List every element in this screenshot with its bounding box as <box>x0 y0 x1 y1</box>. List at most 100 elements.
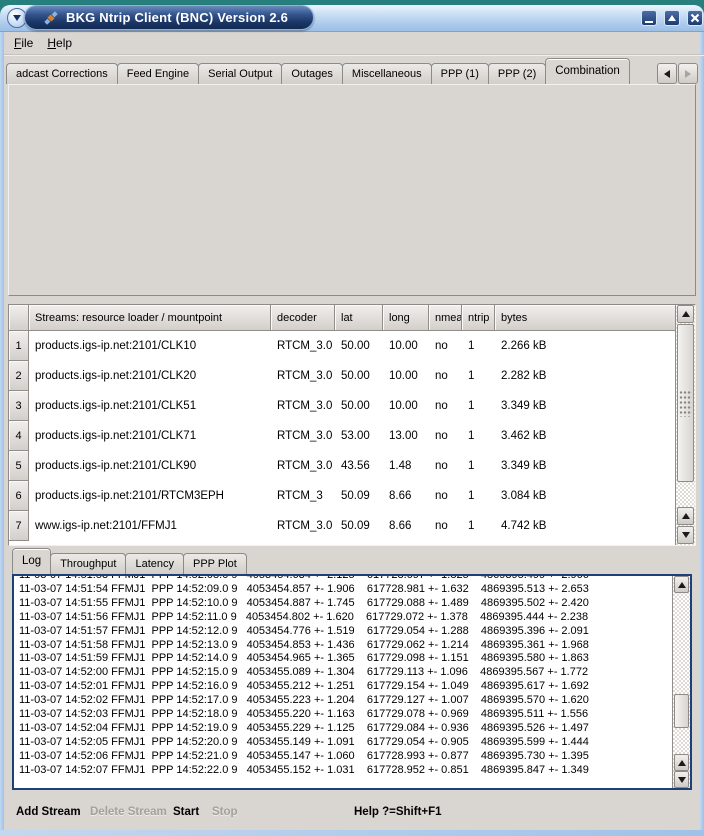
streams-header-cell[interactable]: lat <box>335 305 383 331</box>
help-button[interactable]: Help ?=Shift+F1 <box>354 806 442 818</box>
delete-stream-button[interactable]: Delete Stream <box>90 806 167 818</box>
streams-header-cell[interactable]: Streams: resource loader / mountpoint <box>29 305 271 331</box>
scroll-up-button[interactable] <box>674 576 689 593</box>
stream-cell: 2.282 kB <box>495 361 695 391</box>
stream-cell: 1 <box>462 421 495 451</box>
stream-cell: 4.742 kB <box>495 511 695 541</box>
streams-header-cell[interactable]: decoder <box>271 305 335 331</box>
stream-cell: RTCM_3.0 <box>271 361 335 391</box>
window-menu-arrow-icon <box>13 15 21 21</box>
stream-row[interactable]: 1products.igs-ip.net:2101/CLK10RTCM_3.05… <box>9 331 695 361</box>
tab-broadcast-corrections[interactable]: adcast Corrections <box>6 63 118 84</box>
stream-cell: RTCM_3 <box>271 481 335 511</box>
row-number[interactable]: 3 <box>9 391 29 421</box>
action-bar: Add Stream Delete Stream Start Stop Help… <box>4 806 700 826</box>
streams-header-cell[interactable]: ntrip <box>462 305 495 331</box>
log-view[interactable]: 11-03-07 14:51:53 FFMJ1 PPP 14:52:08.0 9… <box>12 574 692 790</box>
stream-row[interactable]: 3products.igs-ip.net:2101/CLK51RTCM_3.05… <box>9 391 695 421</box>
row-number[interactable]: 6 <box>9 481 29 511</box>
streams-header-cell[interactable]: long <box>383 305 429 331</box>
stream-cell: 43.56 <box>335 451 383 481</box>
stream-cell: no <box>429 361 462 391</box>
tab-scroll-left-button[interactable] <box>657 63 677 84</box>
window-title: BKG Ntrip Client (BNC) Version 2.6 <box>66 10 288 25</box>
stream-cell: 3.462 kB <box>495 421 695 451</box>
stream-cell: 1.48 <box>383 451 429 481</box>
corner-cell <box>9 305 29 331</box>
stream-cell: no <box>429 331 462 361</box>
stream-row[interactable]: 4products.igs-ip.net:2101/CLK71RTCM_3.05… <box>9 421 695 451</box>
streams-scrollbar[interactable] <box>675 305 695 545</box>
stream-cell: products.igs-ip.net:2101/RTCM3EPH <box>29 481 271 511</box>
stream-cell: 10.00 <box>383 361 429 391</box>
stop-button[interactable]: Stop <box>212 806 238 818</box>
stream-cell: RTCM_3.0 <box>271 511 335 541</box>
row-number[interactable]: 5 <box>9 451 29 481</box>
menu-item-help[interactable]: Help <box>47 36 72 50</box>
scroll-up-button[interactable] <box>677 305 694 323</box>
bottom-tab-log[interactable]: Log <box>12 548 51 574</box>
thumb-grip <box>679 390 692 417</box>
scrollbar-thumb[interactable] <box>674 694 689 728</box>
stream-cell: 2.266 kB <box>495 331 695 361</box>
stream-row[interactable]: 5products.igs-ip.net:2101/CLK90RTCM_3.04… <box>9 451 695 481</box>
stream-cell: 13.00 <box>383 421 429 451</box>
stream-cell: 3.349 kB <box>495 451 695 481</box>
scroll-down-button[interactable] <box>677 526 694 544</box>
tab-serial-output[interactable]: Serial Output <box>198 63 282 84</box>
scroll-up-button-2[interactable] <box>674 754 689 771</box>
scrollbar-thumb[interactable] <box>677 324 694 482</box>
tab-bar: adcast CorrectionsFeed EngineSerial Outp… <box>6 58 654 84</box>
add-stream-button[interactable]: Add Stream <box>16 806 81 818</box>
stream-cell: 10.00 <box>383 391 429 421</box>
arrow-up-icon <box>678 582 686 588</box>
row-number[interactable]: 4 <box>9 421 29 451</box>
scroll-up-button-2[interactable] <box>677 507 694 525</box>
start-button[interactable]: Start <box>173 806 199 818</box>
maximize-button[interactable] <box>664 10 680 26</box>
stream-cell: no <box>429 481 462 511</box>
row-number[interactable]: 1 <box>9 331 29 361</box>
row-number[interactable]: 7 <box>9 511 29 541</box>
tab-miscellaneous[interactable]: Miscellaneous <box>342 63 432 84</box>
streams-header-cell[interactable]: nmea <box>429 305 462 331</box>
tab-ppp-2[interactable]: PPP (2) <box>488 63 546 84</box>
stream-cell: 50.00 <box>335 331 383 361</box>
stream-row[interactable]: 6products.igs-ip.net:2101/RTCM3EPHRTCM_3… <box>9 481 695 511</box>
stream-cell: 8.66 <box>383 511 429 541</box>
stream-row[interactable]: 7www.igs-ip.net:2101/FFMJ1RTCM_3.050.098… <box>9 511 695 541</box>
log-scrollbar[interactable] <box>672 576 690 788</box>
stream-row[interactable]: 2products.igs-ip.net:2101/CLK20RTCM_3.05… <box>9 361 695 391</box>
tab-feed-engine[interactable]: Feed Engine <box>117 63 199 84</box>
scroll-down-button[interactable] <box>674 771 689 788</box>
log-text: 11-03-07 14:51:53 FFMJ1 PPP 14:52:08.0 9… <box>19 574 670 788</box>
stream-cell: 53.00 <box>335 421 383 451</box>
stream-cell: products.igs-ip.net:2101/CLK10 <box>29 331 271 361</box>
bottom-tab-ppp-plot[interactable]: PPP Plot <box>183 553 247 574</box>
stream-cell: no <box>429 421 462 451</box>
minimize-button[interactable] <box>641 10 657 26</box>
streams-table: Streams: resource loader / mountpointdec… <box>8 304 696 546</box>
stream-cell: 1 <box>462 511 495 541</box>
bottom-tab-latency[interactable]: Latency <box>125 553 184 574</box>
stream-cell: 1 <box>462 391 495 421</box>
minimize-icon <box>645 21 653 23</box>
stream-cell: RTCM_3.0 <box>271 391 335 421</box>
row-number[interactable]: 2 <box>9 361 29 391</box>
tab-scroll-right-button[interactable] <box>678 63 698 84</box>
tab-ppp-1[interactable]: PPP (1) <box>431 63 489 84</box>
stream-cell: products.igs-ip.net:2101/CLK71 <box>29 421 271 451</box>
stream-cell: no <box>429 391 462 421</box>
title-capsule: BKG Ntrip Client (BNC) Version 2.6 <box>24 5 314 30</box>
menubar: File Help <box>4 31 704 55</box>
arrow-up-icon <box>678 760 686 766</box>
menu-item-file[interactable]: File <box>14 36 33 50</box>
streams-header: Streams: resource loader / mountpointdec… <box>9 305 695 331</box>
bottom-tab-throughput[interactable]: Throughput <box>50 553 126 574</box>
stream-cell: 1 <box>462 481 495 511</box>
close-button[interactable] <box>687 10 703 26</box>
stream-cell: RTCM_3.0 <box>271 331 335 361</box>
tab-combination[interactable]: Combination <box>545 58 630 84</box>
tab-outages[interactable]: Outages <box>281 63 343 84</box>
streams-header-cell[interactable]: bytes <box>495 305 695 331</box>
